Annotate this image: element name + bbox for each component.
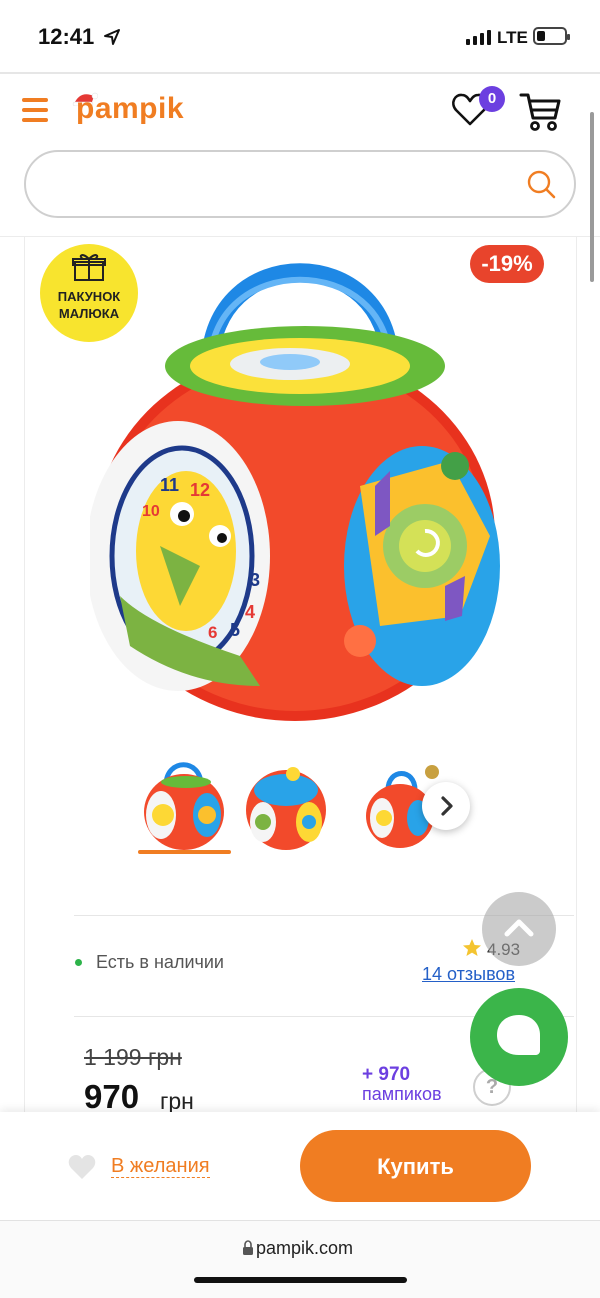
- gift-box-icon: [72, 254, 106, 281]
- chevron-right-icon: [441, 796, 453, 816]
- search-divider: [0, 236, 600, 237]
- chevron-up-icon: [504, 919, 534, 937]
- thumbnail-2[interactable]: [243, 760, 329, 852]
- price-currency: грн: [160, 1088, 194, 1114]
- battery-icon: [533, 27, 570, 45]
- browser-url-bar[interactable]: [0, 1220, 600, 1298]
- location-arrow-icon: [104, 29, 120, 45]
- pampik-logo[interactable]: pampik: [76, 92, 184, 126]
- old-price: 1 199 грн: [84, 1044, 182, 1070]
- status-time: 12:41: [38, 24, 95, 49]
- search-bar[interactable]: [24, 150, 576, 218]
- url-text: pampik.com: [256, 1238, 354, 1258]
- cart-icon[interactable]: [518, 90, 562, 132]
- product-image[interactable]: 11 12 10 3 4 5 6: [90, 246, 500, 726]
- svg-text:3: 3: [250, 570, 260, 590]
- gift-badge-label: ПАКУНОК МАЛЮКА: [57, 289, 121, 321]
- svg-text:5: 5: [230, 620, 240, 640]
- availability-status: Есть в наличии: [96, 952, 224, 972]
- scroll-to-top-button[interactable]: [482, 892, 556, 966]
- chat-button[interactable]: [470, 988, 568, 1086]
- search-input[interactable]: [50, 166, 514, 204]
- heart-icon[interactable]: [67, 1153, 97, 1181]
- svg-text:12: 12: [190, 480, 210, 500]
- svg-text:6: 6: [208, 623, 217, 642]
- hamburger-menu-icon[interactable]: [22, 98, 48, 122]
- in-stock-dot: [75, 959, 82, 966]
- chat-bubble-icon: [497, 1015, 540, 1055]
- card-border-left: [24, 236, 25, 1116]
- lock-icon: [243, 1240, 253, 1255]
- thumbnail-1[interactable]: [141, 760, 227, 852]
- thumbnails-next-button[interactable]: [422, 782, 470, 830]
- thumbnail-selected-indicator: [138, 850, 231, 854]
- network-label: LTE: [497, 28, 528, 47]
- search-icon[interactable]: [525, 168, 557, 200]
- home-indicator[interactable]: [194, 1277, 407, 1283]
- page-scrollbar[interactable]: [590, 112, 594, 282]
- svg-text:10: 10: [142, 503, 160, 520]
- buy-button[interactable]: Купить: [300, 1130, 531, 1202]
- card-border-right: [576, 236, 577, 1116]
- svg-text:4: 4: [245, 602, 255, 622]
- header-divider: [0, 72, 600, 74]
- reviews-link[interactable]: 14 отзывов: [422, 964, 515, 985]
- discount-badge: -19%: [470, 245, 544, 283]
- signal-icon: [466, 30, 491, 45]
- gift-package-badge[interactable]: ПАКУНОК МАЛЮКА: [40, 244, 138, 342]
- wishlist-count-badge: 0: [479, 86, 505, 112]
- current-price: 970: [84, 1078, 140, 1115]
- star-icon: [463, 939, 481, 956]
- svg-text:11: 11: [160, 475, 179, 495]
- bonus-points-amount: + 970: [362, 1064, 411, 1085]
- add-to-wishlist-link[interactable]: В желания: [111, 1155, 210, 1178]
- bonus-points-label: пампиков: [362, 1084, 442, 1104]
